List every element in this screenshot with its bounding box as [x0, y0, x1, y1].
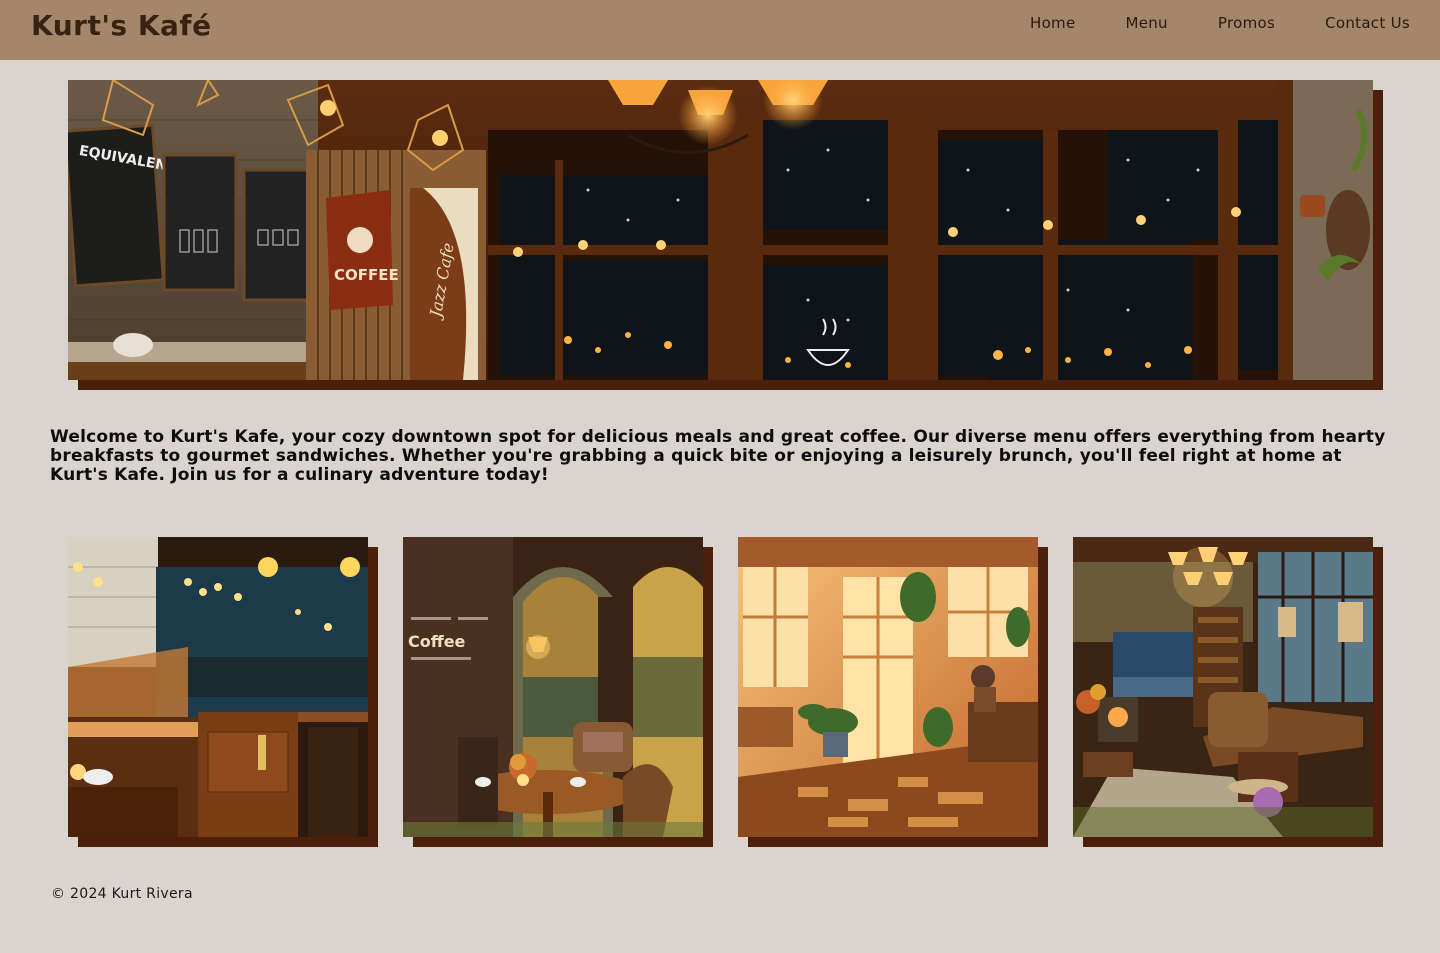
hero-sign-coffee: COFFEE — [334, 266, 399, 284]
intro-paragraph: Welcome to Kurt's Kafe, your cozy downto… — [50, 427, 1386, 485]
gallery-illustration-4 — [1073, 537, 1373, 837]
gallery-sign-coffee: Coffee — [408, 632, 466, 651]
gallery-illustration-3 — [738, 537, 1038, 837]
gallery-image-2: Coffee — [403, 537, 703, 837]
nav-link-contact[interactable]: Contact Us — [1325, 14, 1410, 32]
hero-image: EQUIVALENT COFFEE Jazz Cafe — [68, 80, 1373, 380]
gallery-image-1 — [68, 537, 368, 837]
brand-logo[interactable]: Kurt's Kafé — [31, 9, 212, 42]
hero-illustration: EQUIVALENT COFFEE Jazz Cafe — [68, 80, 1373, 380]
gallery-item-2: Coffee — [403, 537, 713, 847]
hero-banner: EQUIVALENT COFFEE Jazz Cafe — [68, 80, 1383, 390]
nav-link-promos[interactable]: Promos — [1218, 14, 1275, 32]
gallery-item-1 — [68, 537, 378, 847]
gallery-item-3 — [738, 537, 1048, 847]
nav-link-home[interactable]: Home — [1030, 14, 1076, 32]
gallery-item-4 — [1073, 537, 1383, 847]
gallery-illustration-1 — [68, 537, 368, 837]
gallery-illustration-2: Coffee — [403, 537, 703, 837]
gallery-image-3 — [738, 537, 1038, 837]
nav-links: Home Menu Promos Contact Us — [1030, 14, 1410, 32]
top-nav: Kurt's Kafé Home Menu Promos Contact Us — [0, 0, 1440, 60]
gallery-image-4 — [1073, 537, 1373, 837]
footer-copyright: © 2024 Kurt Rivera — [51, 886, 193, 902]
nav-link-menu[interactable]: Menu — [1125, 14, 1167, 32]
